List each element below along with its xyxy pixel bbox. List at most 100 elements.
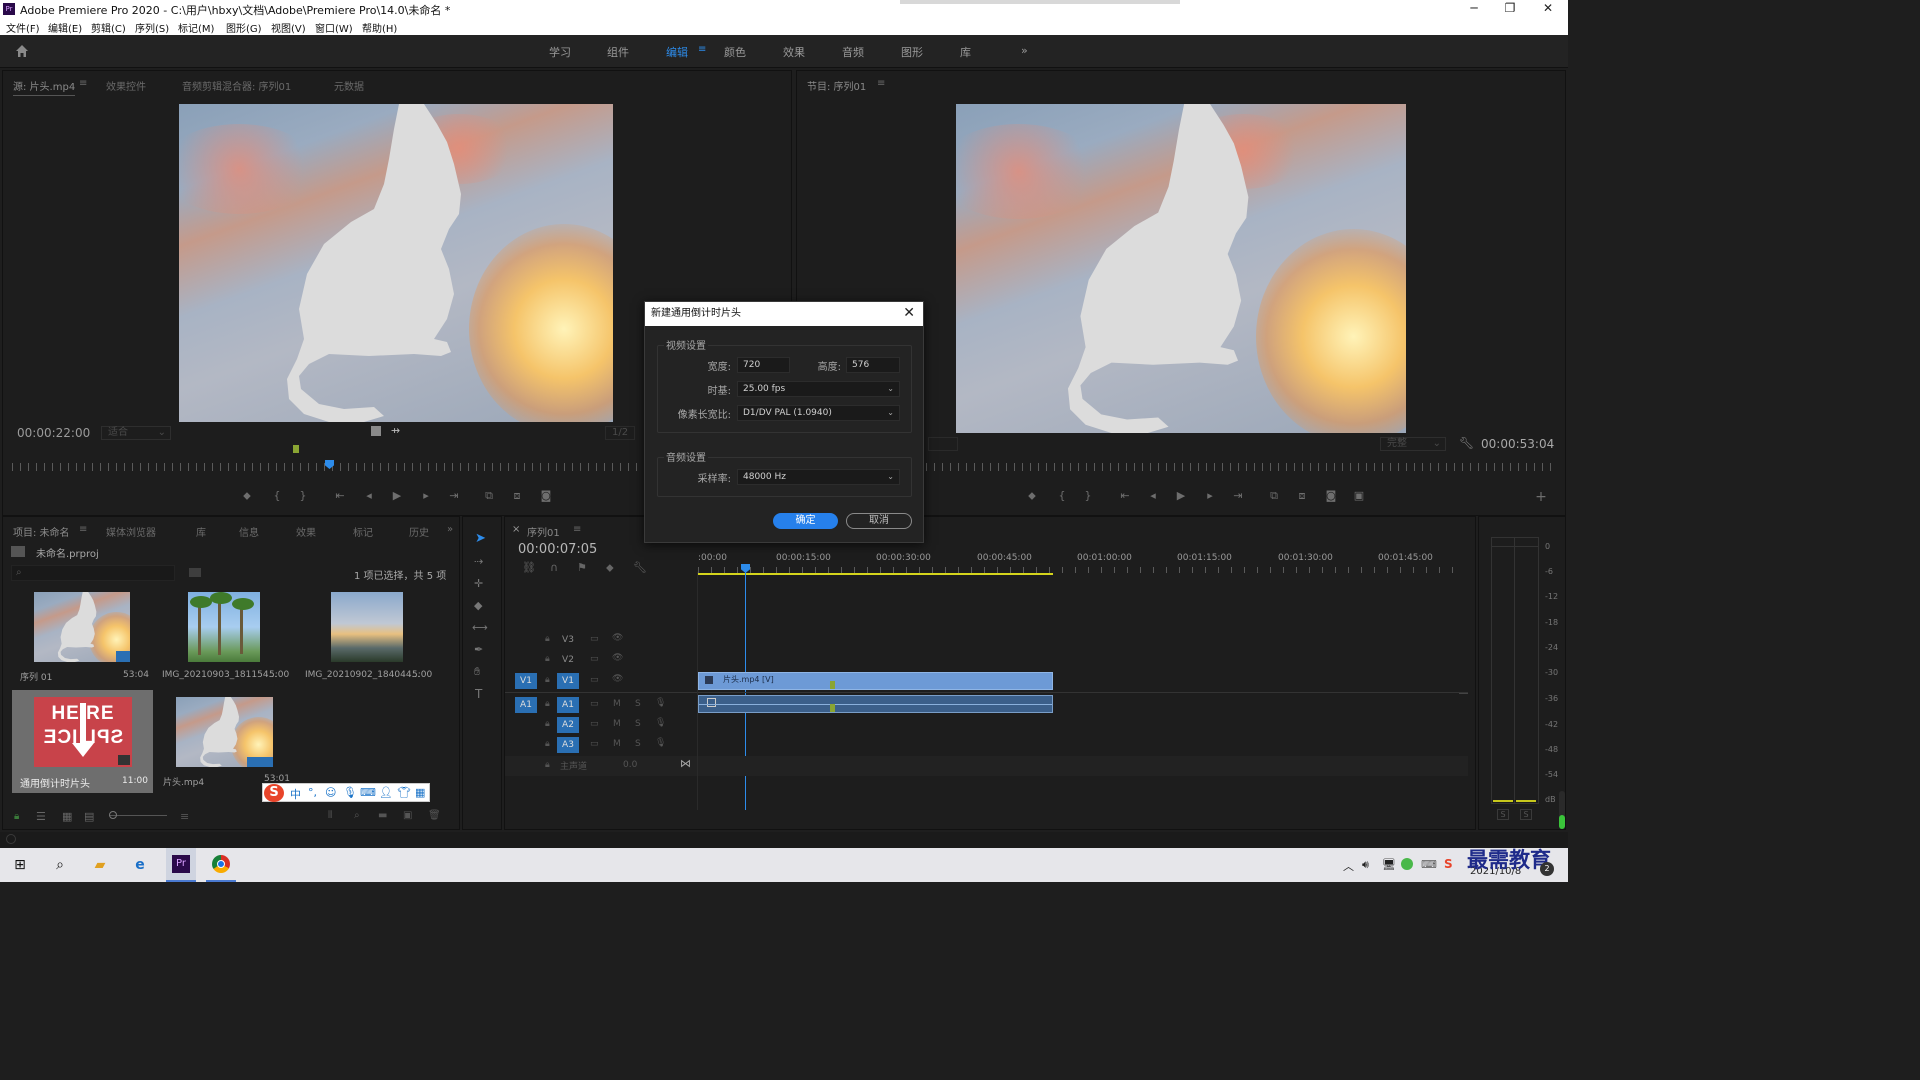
automate-icon[interactable]: ⫴ xyxy=(328,810,332,821)
track-label[interactable]: A3 xyxy=(557,737,579,753)
menu-help[interactable]: 帮助(H) xyxy=(362,20,397,35)
lock-icon[interactable]: 🔒︎ xyxy=(545,634,550,644)
sync-lock-icon[interactable]: ▭ xyxy=(590,739,599,749)
pen-tool-icon[interactable]: ✒︎ xyxy=(474,643,483,656)
microphone-icon[interactable]: 🎙︎ xyxy=(655,698,666,708)
thumb-img-181154[interactable] xyxy=(188,592,260,662)
work-area-bar[interactable] xyxy=(698,573,1053,575)
export-frame-icon[interactable]: ◙ xyxy=(1323,489,1339,502)
microphone-icon[interactable]: 🎙︎ xyxy=(343,786,357,799)
hand-tool-icon[interactable]: ✋︎ xyxy=(474,665,480,679)
workspace-tab-graphics[interactable]: 图形 xyxy=(901,44,923,60)
edge-browser-icon[interactable]: e xyxy=(128,854,152,876)
play-icon[interactable]: ▶ xyxy=(1173,489,1189,502)
track-label[interactable]: V3 xyxy=(557,632,579,648)
thumb-intro-mp4[interactable] xyxy=(176,697,273,767)
type-tool-icon[interactable]: T xyxy=(475,687,482,701)
go-to-out-icon[interactable]: ⇥ xyxy=(1230,489,1246,502)
workspace-menu-icon[interactable]: ≡ xyxy=(698,44,706,55)
network-icon[interactable]: 🖥︎ xyxy=(1382,858,1396,871)
sync-lock-icon[interactable]: ▭ xyxy=(590,654,599,664)
add-button-icon[interactable]: + xyxy=(1533,489,1549,505)
freeform-view-icon[interactable]: ▤ xyxy=(84,810,94,823)
height-input[interactable]: 576 xyxy=(846,357,900,373)
solo-right-button[interactable]: S xyxy=(1520,809,1532,820)
skin-icon[interactable]: 👕︎ xyxy=(397,786,411,799)
chevron-up-icon[interactable]: ︿ xyxy=(1343,858,1354,874)
close-icon[interactable]: ✕ xyxy=(903,305,915,321)
tab-effects[interactable]: 效果 xyxy=(296,524,316,539)
step-forward-icon[interactable]: ▸ xyxy=(1202,489,1218,502)
go-to-in-icon[interactable]: ⇤ xyxy=(332,489,348,502)
lock-icon[interactable]: 🔒︎ xyxy=(545,675,550,685)
track-label[interactable]: A2 xyxy=(557,717,579,733)
scrollbar[interactable] xyxy=(1559,791,1565,829)
tab-audio-clip-mixer[interactable]: 音频剪辑混合器: 序列01 xyxy=(182,78,291,93)
source-patch-v1[interactable]: V1 xyxy=(515,673,537,689)
master-value[interactable]: 0.0 xyxy=(623,760,637,770)
nest-icon[interactable]: ⛓︎ xyxy=(522,561,536,574)
step-back-icon[interactable]: ◂ xyxy=(1145,489,1161,502)
lock-icon[interactable]: 🔒︎ xyxy=(545,699,550,709)
selection-tool-icon[interactable]: ➤ xyxy=(475,531,486,546)
go-to-end-icon[interactable]: ⋈ xyxy=(680,757,691,770)
menu-sequence[interactable]: 序列(S) xyxy=(135,20,169,35)
menu-file[interactable]: 文件(F) xyxy=(6,20,40,35)
menu-marker[interactable]: 标记(M) xyxy=(178,20,214,35)
track-label[interactable]: V2 xyxy=(557,652,579,668)
keyboard-icon[interactable]: ⌨ xyxy=(360,786,376,799)
overwrite-clip-icon[interactable]: ⧈ xyxy=(509,489,525,503)
workspace-tab-effects[interactable]: 效果 xyxy=(783,44,805,60)
program-timecode[interactable]: 00:00:53:04 xyxy=(1481,437,1554,451)
step-back-icon[interactable]: ◂ xyxy=(361,489,377,502)
track-label[interactable]: A1 xyxy=(557,697,579,713)
sync-lock-icon[interactable]: ▭ xyxy=(590,699,599,709)
eye-icon[interactable]: 👁︎ xyxy=(612,633,623,643)
audio-clip[interactable] xyxy=(698,695,1053,713)
tab-metadata[interactable]: 元数据 xyxy=(334,78,364,93)
tab-libraries[interactable]: 库 xyxy=(196,524,206,539)
samplerate-select[interactable]: 48000 Hz ⌄ xyxy=(737,469,900,485)
ime-language[interactable]: 中 xyxy=(290,786,301,802)
thumb-img-184044[interactable] xyxy=(331,592,403,662)
program-resolution-dropdown[interactable]: 完整 ⌄ xyxy=(1380,437,1446,451)
add-marker-icon[interactable]: ⬥ xyxy=(606,561,614,575)
tab-project[interactable]: 项目: 未命名 xyxy=(13,524,70,539)
tab-markers[interactable]: 标记 xyxy=(353,524,373,539)
sogou-logo-icon[interactable]: S xyxy=(264,784,284,802)
mark-out-icon[interactable]: } xyxy=(295,489,311,502)
mark-in-icon[interactable]: { xyxy=(269,489,285,502)
sogou-tray-icon[interactable]: S xyxy=(1444,857,1453,871)
workspace-tab-assembly[interactable]: 组件 xyxy=(607,44,629,60)
add-marker-icon[interactable]: ⬥ xyxy=(239,489,255,503)
solo-button[interactable]: S xyxy=(635,699,641,709)
menu-graphics[interactable]: 图形(G) xyxy=(226,20,262,35)
workspace-tab-libraries[interactable]: 库 xyxy=(960,44,971,60)
razor-tool-icon[interactable]: ◆ xyxy=(474,599,482,612)
tab-menu-icon[interactable]: ≡ xyxy=(79,524,87,535)
list-view-icon[interactable]: ☰ xyxy=(36,810,46,823)
panel-overflow-icon[interactable]: » xyxy=(447,524,453,535)
solo-button[interactable]: S xyxy=(635,739,641,749)
track-label[interactable]: V1 xyxy=(557,673,579,689)
sync-lock-icon[interactable]: ▭ xyxy=(590,634,599,644)
settings-icon[interactable] xyxy=(371,426,381,436)
mark-out-icon[interactable]: } xyxy=(1080,489,1096,502)
microphone-icon[interactable]: 🎙︎ xyxy=(655,718,666,728)
slip-tool-icon[interactable]: ⟷ xyxy=(472,621,488,634)
close-sequence-icon[interactable]: × xyxy=(512,524,520,535)
input-icon[interactable]: ⌨ xyxy=(1421,858,1437,871)
eye-icon[interactable]: 👁︎ xyxy=(612,653,623,663)
tab-menu-icon[interactable]: ≡ xyxy=(79,78,87,89)
find-icon[interactable]: ⌕ xyxy=(354,810,360,821)
sync-lock-icon[interactable]: ▭ xyxy=(590,675,599,685)
menu-clip[interactable]: 剪辑(C) xyxy=(91,20,126,35)
tab-menu-icon[interactable]: ≡ xyxy=(877,78,885,89)
volume-icon[interactable]: 🔊︎ xyxy=(1362,858,1369,872)
thumb-countdown-leader[interactable]: HE RE SPL ICE xyxy=(34,697,132,767)
program-timeline-ruler[interactable] xyxy=(926,463,1558,471)
workspace-tab-audio[interactable]: 音频 xyxy=(842,44,864,60)
chrome-taskbar-item[interactable] xyxy=(206,848,236,882)
new-bin-icon[interactable] xyxy=(189,568,201,577)
go-to-out-icon[interactable]: ⇥ xyxy=(446,489,462,502)
